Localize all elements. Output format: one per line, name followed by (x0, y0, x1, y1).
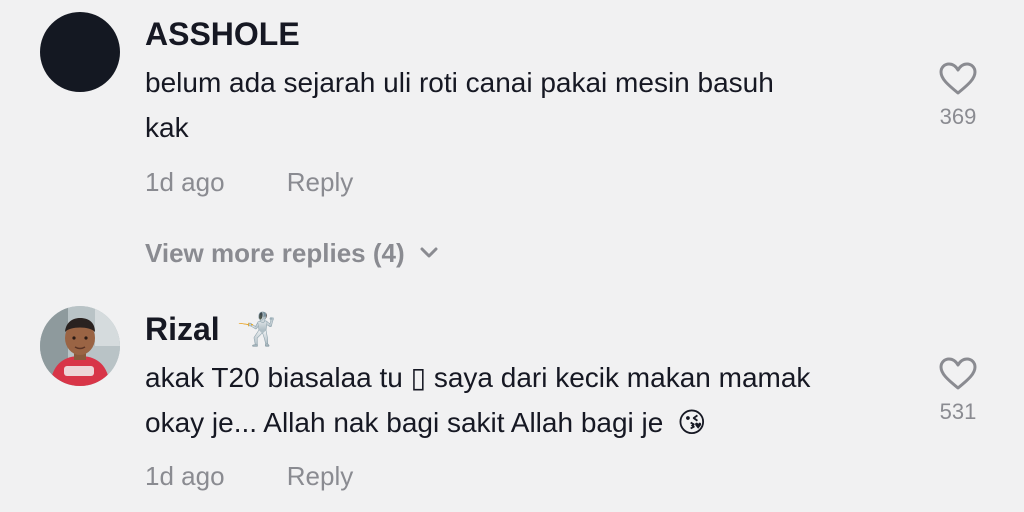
fencer-emoji: 🤺 (236, 310, 277, 348)
comment-text-line: akak T20 biasalaa tu ▯ saya dari kecik m… (145, 362, 811, 393)
like-count: 531 (939, 399, 977, 424)
heart-outline-icon (939, 357, 977, 390)
comment-list: ASSHOLE belum ada sejarah uli roti canai… (0, 0, 1024, 512)
comment-meta: 1d ago Reply (145, 166, 353, 198)
comment-text-line: okay je... Allah nak bagi sakit Allah ba… (145, 407, 664, 438)
avatar-photo (40, 306, 120, 386)
comment-timestamp: 1d ago (145, 167, 225, 197)
comment-text-line: kak (145, 112, 189, 143)
like-button[interactable]: 531 (925, 357, 991, 425)
comment-text-line-row: okay je... Allah nak bagi sakit Allah ba… (145, 400, 905, 445)
chevron-down-icon (420, 247, 438, 258)
kiss-emoji: 😘 (677, 406, 707, 439)
like-button[interactable]: 369 (925, 62, 991, 130)
reply-button[interactable]: Reply (287, 167, 353, 197)
comment-meta: 1d ago Reply (145, 460, 353, 492)
view-more-replies-button[interactable]: View more replies (4) (145, 237, 439, 269)
comment-timestamp: 1d ago (145, 461, 225, 491)
comment-text-line: belum ada sejarah uli roti canai pakai m… (145, 67, 774, 98)
avatar[interactable] (40, 12, 120, 92)
view-more-replies-label: View more replies (4) (145, 238, 405, 268)
comment-text: belum ada sejarah uli roti canai pakai m… (145, 60, 905, 150)
comment-username-row: Rizal 🤺 (145, 310, 276, 348)
comment-text: akak T20 biasalaa tu ▯ saya dari kecik m… (145, 355, 905, 445)
reply-button[interactable]: Reply (287, 461, 353, 491)
heart-outline-icon (939, 62, 977, 95)
comment-username[interactable]: ASSHOLE (145, 15, 300, 53)
avatar[interactable] (40, 306, 120, 386)
comment-username[interactable]: Rizal (145, 311, 220, 347)
like-count: 369 (939, 104, 977, 129)
